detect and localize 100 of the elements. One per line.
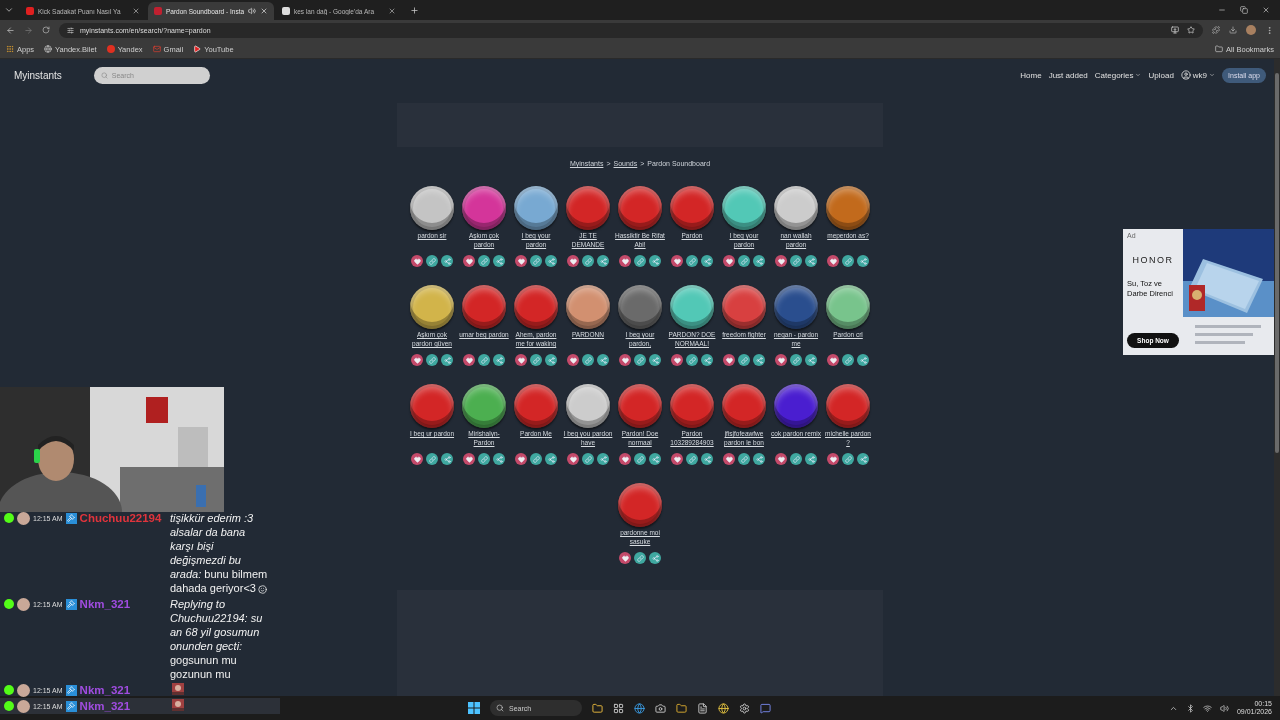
- share-button[interactable]: [597, 354, 609, 366]
- copy-link-button[interactable]: [634, 255, 646, 267]
- favorite-button[interactable]: [723, 453, 735, 465]
- favorite-button[interactable]: [567, 354, 579, 366]
- document-icon[interactable]: [697, 702, 708, 714]
- share-button[interactable]: [857, 255, 869, 267]
- site-logo[interactable]: Myinstants: [14, 69, 62, 81]
- favorite-button[interactable]: [827, 354, 839, 366]
- camera-icon[interactable]: [655, 702, 666, 714]
- copy-link-button[interactable]: [686, 354, 698, 366]
- settings-icon[interactable]: [739, 702, 750, 714]
- folder-icon[interactable]: [592, 702, 603, 714]
- copy-link-button[interactable]: [530, 453, 542, 465]
- share-button[interactable]: [597, 453, 609, 465]
- close-icon[interactable]: [132, 7, 140, 15]
- close-icon[interactable]: [388, 7, 396, 15]
- copy-link-button[interactable]: [478, 453, 490, 465]
- install-icon[interactable]: [1171, 26, 1179, 34]
- sound-button[interactable]: [410, 186, 454, 230]
- share-button[interactable]: [545, 255, 557, 267]
- copy-link-button[interactable]: [478, 354, 490, 366]
- scrollbar[interactable]: [1274, 59, 1280, 696]
- sound-button[interactable]: [670, 285, 714, 329]
- copy-link-button[interactable]: [426, 354, 438, 366]
- share-button[interactable]: [805, 453, 817, 465]
- share-button[interactable]: [753, 453, 765, 465]
- copy-link-button[interactable]: [634, 552, 646, 564]
- favorite-button[interactable]: [619, 453, 631, 465]
- favorite-button[interactable]: [411, 354, 423, 366]
- copy-link-button[interactable]: [426, 255, 438, 267]
- share-button[interactable]: [545, 453, 557, 465]
- menu-icon[interactable]: [1265, 25, 1274, 35]
- favorite-button[interactable]: [827, 453, 839, 465]
- share-button[interactable]: [857, 354, 869, 366]
- sound-button[interactable]: [618, 285, 662, 329]
- window-icon[interactable]: [613, 702, 624, 714]
- favorite-button[interactable]: [567, 255, 579, 267]
- favorite-button[interactable]: [463, 453, 475, 465]
- share-button[interactable]: [701, 453, 713, 465]
- copy-link-button[interactable]: [530, 255, 542, 267]
- copy-link-button[interactable]: [686, 453, 698, 465]
- new-tab-icon[interactable]: [410, 5, 419, 15]
- site-settings-icon[interactable]: [67, 26, 74, 34]
- user-menu[interactable]: wk9: [1180, 70, 1216, 80]
- copy-link-button[interactable]: [842, 255, 854, 267]
- download-icon[interactable]: [1229, 26, 1237, 34]
- share-button[interactable]: [441, 354, 453, 366]
- share-button[interactable]: [805, 255, 817, 267]
- copy-link-button[interactable]: [478, 255, 490, 267]
- share-button[interactable]: [493, 453, 505, 465]
- back-icon[interactable]: [6, 25, 15, 35]
- copy-link-button[interactable]: [634, 453, 646, 465]
- favorite-button[interactable]: [775, 255, 787, 267]
- copy-link-button[interactable]: [634, 354, 646, 366]
- sound-button[interactable]: [514, 186, 558, 230]
- favorite-button[interactable]: [827, 255, 839, 267]
- share-button[interactable]: [649, 255, 661, 267]
- share-button[interactable]: [545, 354, 557, 366]
- copy-link-button[interactable]: [790, 453, 802, 465]
- close-icon[interactable]: [1262, 6, 1270, 14]
- favorite-button[interactable]: [775, 453, 787, 465]
- windows-logo-icon[interactable]: [468, 702, 480, 714]
- copy-link-button[interactable]: [738, 453, 750, 465]
- reload-icon[interactable]: [42, 26, 50, 34]
- sound-button[interactable]: [722, 186, 766, 230]
- sound-button[interactable]: [566, 285, 610, 329]
- copy-link-button[interactable]: [790, 354, 802, 366]
- favorite-button[interactable]: [463, 255, 475, 267]
- favorite-button[interactable]: [515, 255, 527, 267]
- favorite-button[interactable]: [515, 354, 527, 366]
- share-button[interactable]: [649, 354, 661, 366]
- globe-icon[interactable]: [718, 702, 729, 714]
- profile-icon[interactable]: [1246, 25, 1256, 35]
- sound-button[interactable]: [826, 186, 870, 230]
- message-icon[interactable]: [760, 702, 771, 714]
- share-button[interactable]: [701, 255, 713, 267]
- favorite-button[interactable]: [411, 255, 423, 267]
- nav-dropdown[interactable]: Categories: [1094, 70, 1142, 80]
- share-button[interactable]: [701, 354, 713, 366]
- share-button[interactable]: [649, 453, 661, 465]
- favorite-button[interactable]: [619, 552, 631, 564]
- nav-link[interactable]: Just added: [1048, 70, 1088, 80]
- favorite-button[interactable]: [567, 453, 579, 465]
- copy-link-button[interactable]: [582, 354, 594, 366]
- extensions-icon[interactable]: [1212, 26, 1220, 34]
- share-button[interactable]: [441, 255, 453, 267]
- favorite-button[interactable]: [723, 255, 735, 267]
- star-icon[interactable]: [1187, 26, 1195, 34]
- copy-link-button[interactable]: [738, 255, 750, 267]
- copy-link-button[interactable]: [842, 354, 854, 366]
- favorite-button[interactable]: [671, 354, 683, 366]
- favorite-button[interactable]: [671, 453, 683, 465]
- sound-button[interactable]: [462, 186, 506, 230]
- favorite-button[interactable]: [411, 453, 423, 465]
- globe-icon[interactable]: [634, 702, 645, 714]
- share-button[interactable]: [493, 255, 505, 267]
- sound-button[interactable]: [566, 384, 610, 428]
- sound-button[interactable]: [722, 285, 766, 329]
- copy-link-button[interactable]: [582, 255, 594, 267]
- share-button[interactable]: [649, 552, 661, 564]
